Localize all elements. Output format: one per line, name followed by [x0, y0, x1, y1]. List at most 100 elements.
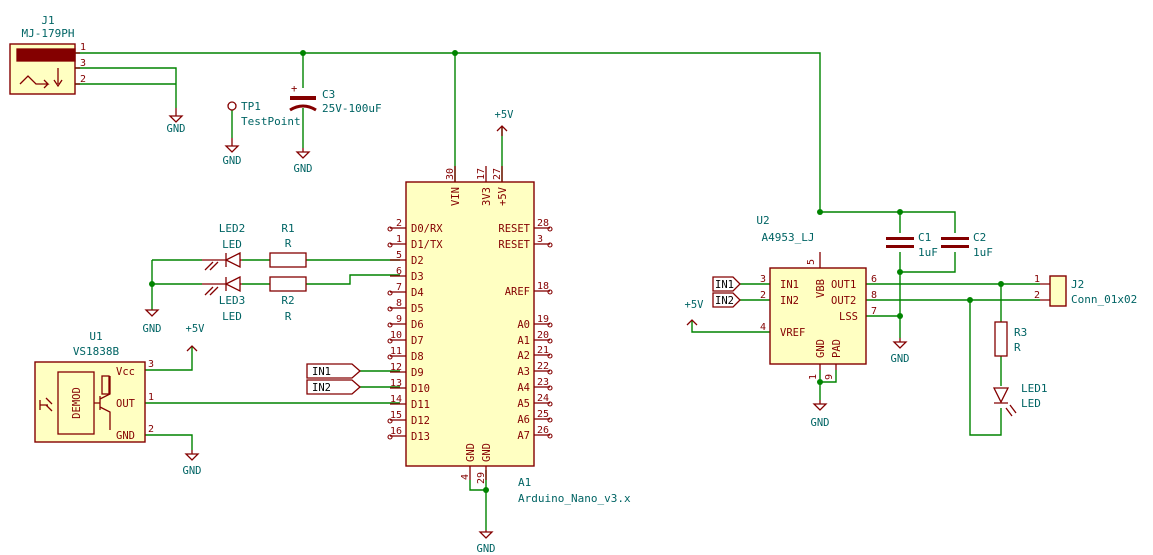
led1-value: LED — [1021, 397, 1041, 410]
u2-a4953-driver[interactable]: U2 A4953_LJ 5 VBB IN1 IN2 VREF 3 2 4 OUT… — [756, 214, 877, 380]
gnd-label: GND — [143, 323, 162, 335]
c1-value: 1uF — [918, 246, 938, 259]
j1-pin-2: 2 — [80, 74, 86, 85]
c2-capacitor[interactable]: C2 1uF — [941, 231, 993, 259]
u2-value: A4953_LJ — [762, 231, 815, 244]
a1-pin-name: D10 — [411, 383, 430, 395]
tp1-test-point[interactable]: TP1 TestPoint — [227, 100, 301, 128]
wires — [75, 52, 1040, 530]
gnd-label: GND — [167, 123, 186, 135]
a1-pin-name: D11 — [411, 399, 430, 411]
j2-connector[interactable]: 1 2 J2 Conn_01x02 — [1034, 274, 1137, 307]
gnd-symbol[interactable]: GND — [477, 530, 496, 555]
net-label-in2[interactable]: IN2 — [712, 292, 741, 308]
a1-ref: A1 — [518, 476, 531, 489]
a1-pin-num: 25 — [537, 409, 549, 420]
cap-plate-icon — [941, 237, 969, 240]
r3-ref: R3 — [1014, 326, 1027, 339]
gnd-symbol[interactable]: GND — [183, 450, 202, 477]
net-label-text: IN1 — [312, 366, 331, 378]
led-icon — [202, 251, 242, 269]
gnd-symbol[interactable]: GND — [294, 148, 313, 175]
r1-ref: R1 — [281, 222, 294, 235]
u2-pin-num-9: 9 — [824, 374, 835, 380]
net-label-in2[interactable]: IN2 — [306, 379, 361, 395]
led2[interactable]: LED2 LED — [202, 222, 246, 271]
u1-ir-receiver[interactable]: U1 VS1838B DEMOD Vcc OUT GND 3 1 2 — [34, 330, 154, 443]
vcc-label: +5V — [685, 299, 705, 311]
a1-pin-name: D7 — [411, 335, 424, 347]
a1-pin-name: A6 — [517, 414, 530, 426]
vcc-symbol[interactable]: +5V — [685, 299, 705, 326]
schematic-canvas: GND GND GND GND GND GND GND GND +5V +5V … — [9, 14, 1137, 555]
j2-pin-2: 2 — [1034, 290, 1040, 301]
net-label-in1[interactable]: IN1 — [306, 363, 361, 379]
junction-dot — [897, 209, 903, 215]
r3[interactable]: R3 R — [994, 321, 1027, 357]
led1[interactable]: LED1 LED — [992, 382, 1048, 417]
cap-plate-icon — [886, 237, 914, 240]
a1-pin-name: A0 — [517, 319, 530, 331]
u2-pin-out1: OUT1 — [831, 279, 856, 291]
a1-pin-num: 12 — [390, 362, 402, 373]
gnd-symbol[interactable]: GND — [143, 309, 162, 335]
gnd-symbol[interactable]: GND — [223, 138, 242, 167]
r2-ref: R2 — [281, 294, 294, 307]
junction-dot — [483, 487, 489, 493]
u1-demod: DEMOD — [71, 387, 83, 419]
net-label-text: IN1 — [715, 279, 734, 291]
resistor-icon — [269, 276, 307, 292]
a1-pin-num: 20 — [537, 330, 549, 341]
gnd-symbol[interactable]: GND — [891, 338, 910, 365]
led-light-icon — [204, 261, 219, 271]
vcc-symbol[interactable]: +5V — [186, 323, 206, 352]
gnd-label: GND — [294, 163, 313, 175]
junction-dot — [967, 297, 973, 303]
u2-pin-num-7: 7 — [871, 306, 877, 317]
u1-ref: U1 — [89, 330, 102, 343]
j1-pin-1: 1 — [80, 42, 86, 53]
j2-ref: J2 — [1071, 278, 1084, 291]
a1-pin-num: 28 — [537, 218, 549, 229]
led3[interactable]: LED3 LED — [202, 275, 246, 323]
a1-arduino-nano[interactable]: 2 D0/RX 1 D1/TX 5 D2 6 D3 7 D4 8 D5 9 D6 10 D7 11 D8 12 D9 1… — [387, 166, 631, 505]
c3-capacitor[interactable]: + C3 25V-100uF — [289, 83, 382, 115]
j1-barrel-jack[interactable]: J1 MJ-179PH 1 3 2 — [9, 14, 86, 95]
u1-pin-vcc: Vcc — [116, 366, 135, 378]
tp1-value: TestPoint — [241, 115, 301, 128]
led2-ref: LED2 — [219, 222, 246, 235]
u2-pin-num-4: 4 — [760, 322, 766, 333]
vcc-symbol[interactable]: +5V — [495, 109, 515, 136]
led-light-icon — [1005, 404, 1017, 417]
gnd-label: GND — [811, 417, 830, 429]
c2-value: 1uF — [973, 246, 993, 259]
led1-ref: LED1 — [1021, 382, 1048, 395]
c1-capacitor[interactable]: C1 1uF — [886, 231, 938, 259]
r3-value: R — [1014, 341, 1021, 354]
gnd-symbol[interactable]: GND — [167, 108, 186, 135]
a1-pin-name: D13 — [411, 431, 430, 443]
j2-pin-1: 1 — [1034, 274, 1040, 285]
r2[interactable]: R2 R — [269, 276, 307, 323]
a1-pin-gnd: GND — [481, 443, 493, 462]
net-label-in1[interactable]: IN1 — [712, 276, 741, 292]
vcc-label: +5V — [495, 109, 515, 121]
u2-pin-in2: IN2 — [780, 295, 799, 307]
a1-pin-gnd: GND — [465, 443, 477, 462]
a1-pin-num-27: 27 — [492, 168, 503, 180]
a1-pin-num: 26 — [537, 425, 549, 436]
cap-plate-icon — [941, 245, 969, 248]
a1-pin-name: A1 — [517, 335, 530, 347]
gnd-symbol[interactable]: GND — [811, 400, 830, 429]
tp1-ref: TP1 — [241, 100, 261, 113]
r1[interactable]: R1 R — [269, 222, 307, 268]
u2-pin-gnd: GND — [815, 339, 827, 358]
led3-ref: LED3 — [219, 294, 246, 307]
c3-plus: + — [291, 83, 297, 95]
gnd-label: GND — [477, 543, 496, 555]
junction-dot — [300, 50, 306, 56]
a1-pin-num-29: 29 — [476, 472, 487, 484]
u2-pin-in1: IN1 — [780, 279, 799, 291]
vcc-label: +5V — [186, 323, 206, 335]
u2-pin-num-2: 2 — [760, 290, 766, 301]
